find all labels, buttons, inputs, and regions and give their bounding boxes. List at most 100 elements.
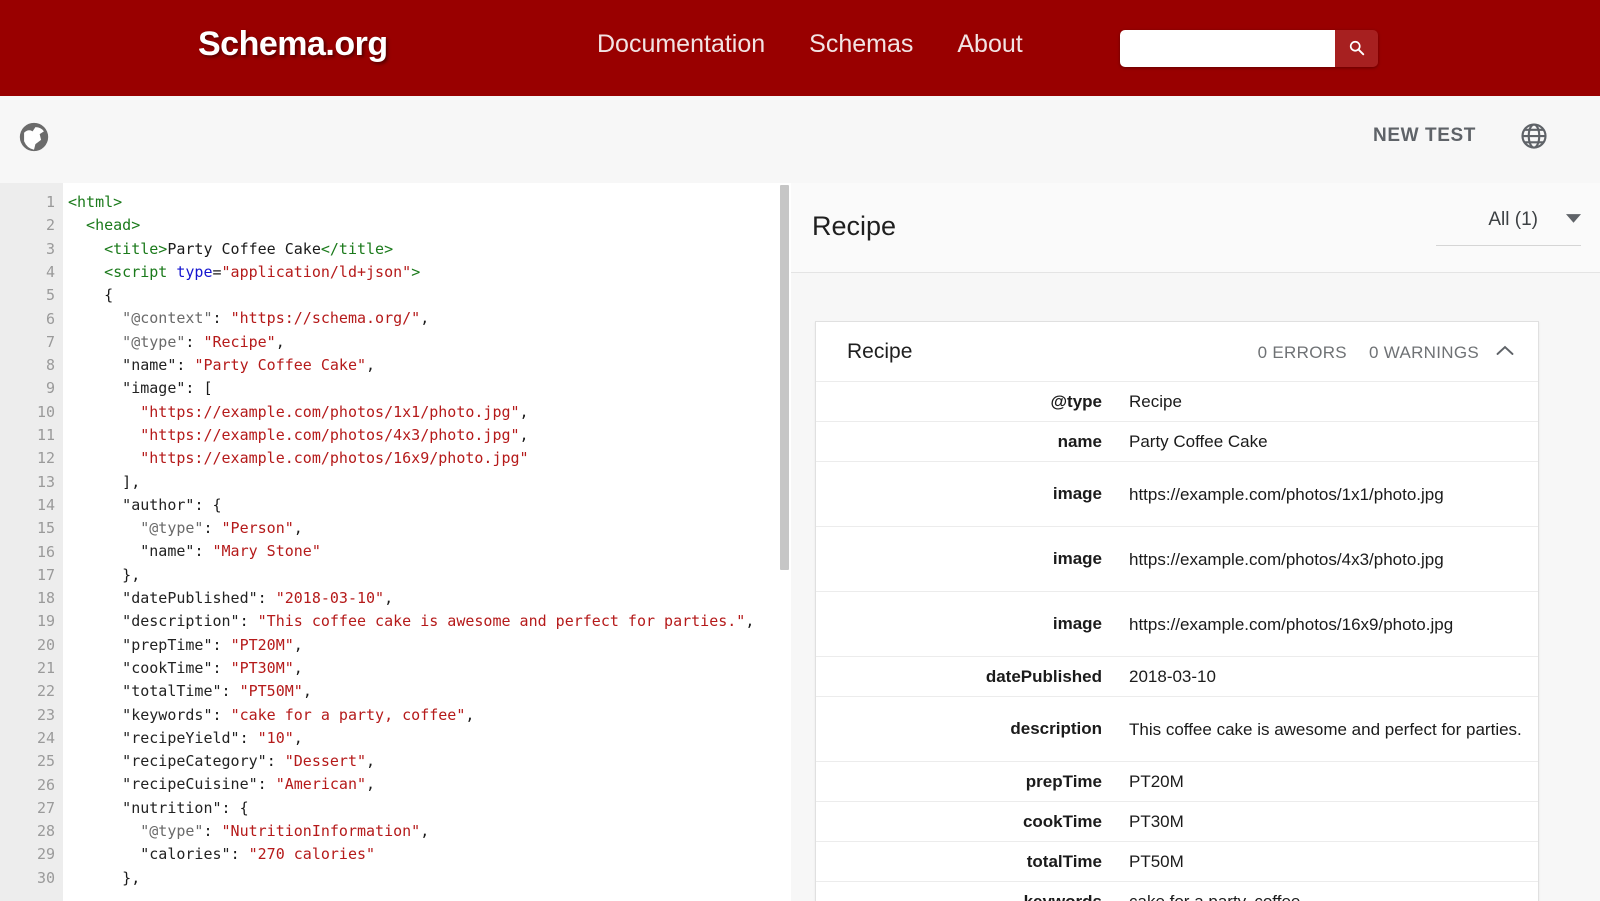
- line-number: 25: [36, 752, 55, 771]
- code-line: <title>Party Coffee Cake</title>: [63, 238, 791, 261]
- code-line: "@type": "NutritionInformation",: [63, 820, 791, 843]
- property-key: description: [1010, 719, 1102, 738]
- results-header: Recipe All (1): [791, 183, 1600, 273]
- code-token: =: [212, 262, 222, 281]
- site-logo[interactable]: Schema.org: [198, 25, 388, 64]
- code-token: <head>: [68, 216, 141, 235]
- property-value: https://example.com/photos/1x1/photo.jpg: [1129, 484, 1444, 504]
- table-row: name Party Coffee Cake: [816, 422, 1538, 462]
- property-key: image: [1052, 484, 1102, 503]
- code-token: :: [266, 752, 285, 771]
- code-token: :: [212, 635, 231, 654]
- code-line: "https://example.com/photos/16x9/photo.j…: [63, 447, 791, 470]
- code-token: : {: [221, 798, 249, 817]
- results-filter-dropdown[interactable]: All (1): [1436, 209, 1581, 246]
- search-button[interactable]: [1335, 30, 1378, 67]
- nav-link-schemas[interactable]: Schemas: [787, 30, 935, 59]
- code-token: ,: [519, 425, 529, 444]
- new-test-button[interactable]: NEW TEST: [1367, 124, 1482, 148]
- table-row: keywords cake for a party, coffee: [816, 882, 1538, 901]
- globe-icon-right-button[interactable]: [1516, 120, 1552, 156]
- code-line: "name": "Mary Stone": [63, 540, 791, 563]
- table-row: image https://example.com/photos/16x9/pho…: [816, 592, 1538, 657]
- property-value: PT20M: [1129, 772, 1184, 791]
- line-number: 18: [36, 589, 55, 608]
- table-row: image https://example.com/photos/4x3/phot…: [816, 527, 1538, 592]
- search-input[interactable]: [1120, 30, 1335, 67]
- line-number: 8: [45, 356, 55, 375]
- main-nav: Documentation Schemas About: [575, 30, 1045, 59]
- results-title: Recipe: [812, 211, 897, 241]
- code-token: ,: [293, 728, 303, 747]
- code-token: :: [230, 845, 249, 864]
- line-number: 3: [45, 239, 55, 258]
- errors-count: 0 ERRORS: [1257, 343, 1347, 362]
- table-row: cookTime PT30M: [816, 802, 1538, 842]
- globe-icon-left-button[interactable]: [13, 118, 55, 160]
- nav-link-about[interactable]: About: [935, 30, 1044, 59]
- code-token: Party Coffee Cake: [167, 239, 321, 258]
- code-token: "description": [68, 612, 240, 631]
- line-number: 7: [45, 332, 55, 351]
- chevron-down-icon: [1566, 211, 1581, 229]
- code-token: :: [203, 822, 222, 841]
- nav-link-documentation[interactable]: Documentation: [575, 30, 787, 59]
- code-token: "Dessert": [284, 752, 367, 771]
- line-number: 13: [36, 472, 55, 491]
- line-number: 21: [36, 659, 55, 677]
- table-row: description This coffee cake is awesome a…: [816, 697, 1538, 762]
- property-value: Recipe: [1129, 392, 1182, 411]
- code-token: "prepTime": [68, 635, 213, 654]
- code-token: :: [212, 705, 231, 724]
- line-number: 12: [36, 449, 55, 468]
- code-token: ,: [302, 682, 312, 701]
- code-token: type: [176, 262, 213, 281]
- code-token: <title>: [68, 239, 168, 258]
- line-number: 5: [45, 286, 55, 305]
- code-token: "PT20M": [230, 635, 294, 654]
- code-line: "@type": "Recipe",: [63, 331, 791, 354]
- result-card-header[interactable]: Recipe 0 ERRORS 0 WARNINGS: [816, 322, 1538, 382]
- collapse-card-button[interactable]: [1494, 341, 1516, 363]
- code-token: "Mary Stone": [212, 542, 321, 561]
- code-line: "name": "Party Coffee Cake",: [63, 354, 791, 377]
- code-content[interactable]: <html> <head> <title>Party Coffee Cake</…: [63, 183, 791, 901]
- code-token: ,: [465, 705, 475, 724]
- code-token: :: [194, 542, 213, 561]
- property-value: https://example.com/photos/16x9/photo.jp…: [1129, 614, 1454, 634]
- result-card-title: Recipe: [847, 340, 913, 363]
- code-token: "https://example.com/photos/4x3/photo.jp…: [140, 425, 520, 444]
- search-icon: [1348, 39, 1365, 59]
- code-token: "PT50M": [239, 682, 303, 701]
- globe-icon: [17, 120, 51, 159]
- table-row: prepTime PT20M: [816, 762, 1538, 802]
- property-key: keywords: [1023, 891, 1102, 901]
- code-token: ,: [366, 752, 376, 771]
- property-value: PT30M: [1129, 812, 1184, 831]
- code-editor[interactable]: 1 2 3 4 5 6 7 8 9 10 11 12 13 14 15 16 17 18 19 20 21 22 23 24 2…: [0, 183, 792, 901]
- editor-vertical-scrollbar[interactable]: [780, 183, 789, 901]
- code-token: ,: [293, 635, 303, 654]
- code-token: "keywords": [68, 705, 213, 724]
- editor-scrollbar-thumb[interactable]: [780, 185, 789, 570]
- line-number: 26: [36, 775, 55, 794]
- code-token: "@context": [68, 309, 213, 328]
- code-line: <script type="application/ld+json">: [63, 261, 791, 284]
- line-number: 19: [36, 612, 55, 631]
- code-token: ,: [293, 658, 303, 677]
- property-value: PT50M: [1129, 852, 1184, 871]
- code-token: :: [212, 658, 231, 677]
- code-line: "recipeYield": "10",: [63, 727, 791, 750]
- line-number: 6: [45, 309, 55, 328]
- code-token: :: [185, 332, 204, 351]
- property-key: @type: [1050, 391, 1102, 411]
- code-token: "PT30M": [230, 658, 294, 677]
- code-token: "https://example.com/photos/16x9/photo.j…: [140, 449, 529, 468]
- line-number: 14: [36, 495, 55, 514]
- line-number: 23: [36, 705, 55, 724]
- warnings-count: 0 WARNINGS: [1368, 343, 1479, 362]
- code-line: "keywords": "cake for a party, coffee",: [63, 704, 791, 727]
- code-token: "Person": [221, 519, 294, 538]
